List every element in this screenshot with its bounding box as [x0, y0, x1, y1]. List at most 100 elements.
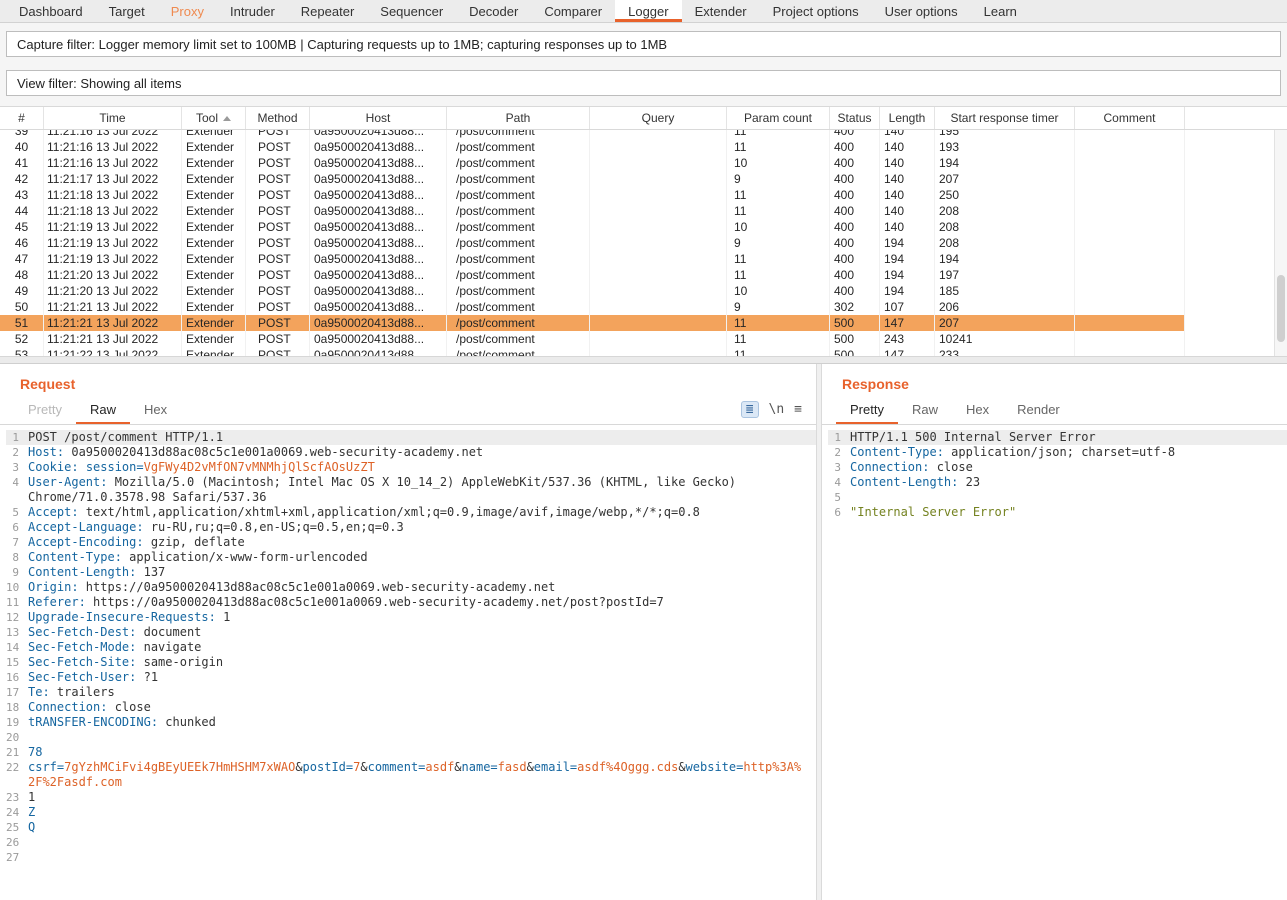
tab-dashboard[interactable]: Dashboard: [6, 0, 96, 22]
code-segment: "Internal Server Error": [850, 505, 1016, 519]
column-header-num[interactable]: #: [0, 107, 44, 129]
code-segment: User-Agent:: [28, 475, 107, 489]
line-number: 6: [6, 520, 28, 535]
table-row-44[interactable]: 4411:21:18 13 Jul 2022ExtenderPOST0a9500…: [0, 203, 1185, 219]
table-vertical-scrollbar[interactable]: [1274, 130, 1287, 356]
request-panel: Request ≣\n≡ PrettyRawHex 1POST /post/co…: [0, 364, 816, 900]
scrollbar-thumb[interactable]: [1277, 275, 1285, 343]
table-row-41[interactable]: 4111:21:16 13 Jul 2022ExtenderPOST0a9500…: [0, 155, 1185, 171]
capture-filter-bar[interactable]: Capture filter: Logger memory limit set …: [6, 31, 1281, 57]
column-header-length[interactable]: Length: [880, 107, 935, 129]
column-header-time[interactable]: Time: [44, 107, 182, 129]
request-tab-pretty[interactable]: Pretty: [14, 397, 76, 424]
tab-comparer[interactable]: Comparer: [531, 0, 615, 22]
cell: [590, 171, 727, 187]
tab-proxy[interactable]: Proxy: [158, 0, 217, 22]
cell: 0a9500020413d88...: [310, 267, 447, 283]
cell: 400: [830, 139, 880, 155]
tab-sequencer[interactable]: Sequencer: [367, 0, 456, 22]
table-row-42[interactable]: 4211:21:17 13 Jul 2022ExtenderPOST0a9500…: [0, 171, 1185, 187]
table-row-52[interactable]: 5211:21:21 13 Jul 2022ExtenderPOST0a9500…: [0, 331, 1185, 347]
cell: 140: [880, 171, 935, 187]
column-label: Query: [642, 111, 675, 125]
column-header-param-count[interactable]: Param count: [727, 107, 830, 129]
table-row-50[interactable]: 5011:21:21 13 Jul 2022ExtenderPOST0a9500…: [0, 299, 1185, 315]
tab-logger[interactable]: Logger: [615, 0, 681, 22]
response-tab-render[interactable]: Render: [1003, 397, 1074, 424]
tab-target[interactable]: Target: [96, 0, 158, 22]
code-line: 2Host: 0a9500020413d88ac08c5c1e001a0069.…: [6, 445, 816, 460]
request-editor[interactable]: 1POST /post/comment HTTP/1.12Host: 0a950…: [0, 425, 816, 900]
tab-intruder[interactable]: Intruder: [217, 0, 288, 22]
view-filter-bar[interactable]: View filter: Showing all items: [6, 70, 1281, 96]
cell: /post/comment: [447, 315, 590, 331]
column-header-status[interactable]: Status: [830, 107, 880, 129]
code-segment: name=: [462, 760, 498, 774]
cell: POST: [246, 155, 310, 171]
table-row-53[interactable]: 5311:21:22 13 Jul 2022ExtenderPOST0a9500…: [0, 347, 1185, 356]
cell: 400: [830, 219, 880, 235]
request-toolbar: ≣ \n ≡: [741, 401, 802, 418]
table-row-39[interactable]: 3911:21:16 13 Jul 2022ExtenderPOST0a9500…: [0, 130, 1185, 139]
cell: 194: [880, 235, 935, 251]
editor-menu-icon[interactable]: ≡: [794, 402, 802, 417]
line-number: 1: [6, 430, 28, 445]
log-table-body-viewport[interactable]: 3911:21:16 13 Jul 2022ExtenderPOST0a9500…: [0, 130, 1287, 356]
line-number: 20: [6, 730, 28, 745]
column-header-host[interactable]: Host: [310, 107, 447, 129]
table-row-49[interactable]: 4911:21:20 13 Jul 2022ExtenderPOST0a9500…: [0, 283, 1185, 299]
tab-learn[interactable]: Learn: [971, 0, 1030, 22]
line-text: Connection: close: [850, 460, 1287, 475]
table-row-46[interactable]: 4611:21:19 13 Jul 2022ExtenderPOST0a9500…: [0, 235, 1185, 251]
cell: 10241: [935, 331, 1075, 347]
column-header-method[interactable]: Method: [246, 107, 310, 129]
code-line: 18Connection: close: [6, 700, 816, 715]
table-row-51[interactable]: 5111:21:21 13 Jul 2022ExtenderPOST0a9500…: [0, 315, 1185, 331]
capture-filter-text: Capture filter: Logger memory limit set …: [17, 37, 667, 52]
horizontal-splitter[interactable]: [0, 356, 1287, 364]
response-tab-hex[interactable]: Hex: [952, 397, 1003, 424]
table-row-48[interactable]: 4811:21:20 13 Jul 2022ExtenderPOST0a9500…: [0, 267, 1185, 283]
request-tab-raw[interactable]: Raw: [76, 397, 130, 424]
code-segment: [79, 460, 86, 474]
response-tab-raw[interactable]: Raw: [898, 397, 952, 424]
table-row-43[interactable]: 4311:21:18 13 Jul 2022ExtenderPOST0a9500…: [0, 187, 1185, 203]
cell: 147: [880, 347, 935, 356]
table-row-45[interactable]: 4511:21:19 13 Jul 2022ExtenderPOST0a9500…: [0, 219, 1185, 235]
request-tab-hex[interactable]: Hex: [130, 397, 181, 424]
cell: 50: [0, 299, 44, 315]
line-text: [28, 730, 816, 745]
cell: 11:21:19 13 Jul 2022: [44, 235, 182, 251]
cell: 11:21:21 13 Jul 2022: [44, 331, 182, 347]
tab-decoder[interactable]: Decoder: [456, 0, 531, 22]
code-segment: https://0a9500020413d88ac08c5c1e001a0069…: [79, 580, 556, 594]
newline-display-icon[interactable]: \n: [769, 402, 785, 417]
line-number: 2: [828, 445, 850, 460]
cell: [590, 251, 727, 267]
cell: POST: [246, 130, 310, 139]
tab-user-options[interactable]: User options: [872, 0, 971, 22]
line-text: Content-Type: application/json; charset=…: [850, 445, 1287, 460]
code-segment: Z: [28, 805, 35, 819]
column-header-tool[interactable]: Tool: [182, 107, 246, 129]
table-row-40[interactable]: 4011:21:16 13 Jul 2022ExtenderPOST0a9500…: [0, 139, 1185, 155]
column-header-start-response-timer[interactable]: Start response timer: [935, 107, 1075, 129]
code-line: 19tRANSFER-ENCODING: chunked: [6, 715, 816, 730]
table-row-47[interactable]: 4711:21:19 13 Jul 2022ExtenderPOST0a9500…: [0, 251, 1185, 267]
code-segment: Connection:: [850, 460, 929, 474]
column-header-query[interactable]: Query: [590, 107, 727, 129]
tab-extender[interactable]: Extender: [682, 0, 760, 22]
tab-repeater[interactable]: Repeater: [288, 0, 367, 22]
column-header-path[interactable]: Path: [447, 107, 590, 129]
code-segment: navigate: [136, 640, 201, 654]
response-editor[interactable]: 1HTTP/1.1 500 Internal Server Error2Cont…: [822, 425, 1287, 900]
tab-project-options[interactable]: Project options: [760, 0, 872, 22]
response-tab-pretty[interactable]: Pretty: [836, 397, 898, 424]
cell: 0a9500020413d88...: [310, 155, 447, 171]
code-segment: asdf%4Oggg.cds: [577, 760, 678, 774]
column-header-comment[interactable]: Comment: [1075, 107, 1185, 129]
highlight-toggle-icon[interactable]: ≣: [741, 401, 759, 418]
line-text: Accept-Language: ru-RU,ru;q=0.8,en-US;q=…: [28, 520, 816, 535]
cell: [1075, 299, 1185, 315]
cell: 233: [935, 347, 1075, 356]
